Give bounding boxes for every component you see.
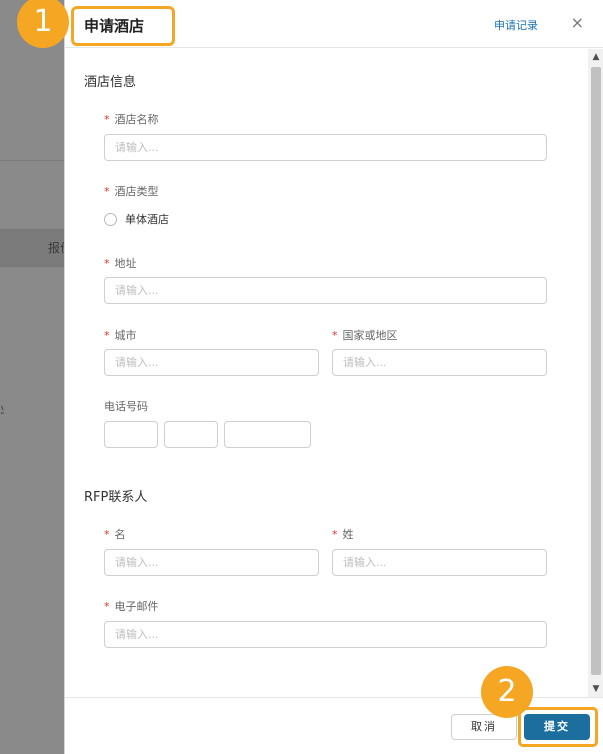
email-label-text: 电子邮件: [114, 600, 159, 613]
required-marker: *: [104, 113, 110, 126]
country-input[interactable]: [332, 349, 547, 376]
country-label: * 国家或地区: [332, 327, 398, 343]
required-marker: *: [332, 329, 338, 342]
hotel-type-label-text: 酒店类型: [114, 185, 159, 198]
hotel-name-input[interactable]: [104, 134, 547, 161]
apply-hotel-dialog: 申请酒店 申请记录 × 酒店信息 * 酒店名称 * 酒店类型 单体酒店 * 地址 * 城…: [64, 0, 603, 754]
last-name-input[interactable]: [332, 549, 547, 576]
scroll-down-icon[interactable]: ▼: [588, 681, 603, 697]
required-marker: *: [104, 185, 110, 198]
hotel-name-label: * 酒店名称: [104, 111, 159, 127]
required-marker: *: [104, 600, 110, 613]
close-icon[interactable]: ×: [571, 13, 584, 33]
phone-label: 电话号码: [104, 400, 148, 413]
phone-area-code-input[interactable]: [164, 421, 218, 448]
city-label-text: 城市: [114, 329, 137, 342]
address-label: * 地址: [104, 255, 137, 271]
scrollbar-thumb[interactable]: [591, 67, 601, 675]
first-name-input[interactable]: [104, 549, 319, 576]
first-name-label-text: 名: [114, 528, 126, 541]
required-marker: *: [104, 329, 110, 342]
application-records-link[interactable]: 申请记录: [494, 17, 538, 33]
email-input[interactable]: [104, 621, 547, 648]
last-name-label-text: 姓: [342, 528, 354, 541]
submit-button[interactable]: 提交: [524, 714, 590, 740]
hotel-type-radio-independent[interactable]: 单体酒店: [104, 211, 169, 227]
required-marker: *: [104, 528, 110, 541]
city-input[interactable]: [104, 349, 319, 376]
address-input[interactable]: [104, 277, 547, 304]
background-side-text: 业: [0, 400, 4, 417]
last-name-label: * 姓: [332, 526, 354, 542]
address-label-text: 地址: [114, 257, 137, 270]
radio-option-label: 单体酒店: [125, 213, 169, 226]
vertical-scrollbar[interactable]: ▲ ▼: [588, 49, 603, 697]
section-title-rfp-contact: RFP联系人: [84, 490, 148, 505]
radio-circle-icon[interactable]: [104, 212, 117, 226]
phone-country-code-input[interactable]: [104, 421, 158, 448]
required-marker: *: [104, 257, 110, 270]
phone-number-input[interactable]: [224, 421, 311, 448]
hotel-name-label-text: 酒店名称: [114, 113, 159, 126]
hotel-type-label: * 酒店类型: [104, 183, 159, 199]
city-label: * 城市: [104, 327, 137, 343]
required-marker: *: [332, 528, 338, 541]
scroll-up-icon[interactable]: ▲: [588, 49, 603, 65]
email-label: * 电子邮件: [104, 598, 159, 614]
country-label-text: 国家或地区: [342, 329, 398, 342]
background-header-text: 报价: [48, 241, 64, 255]
first-name-label: * 名: [104, 526, 126, 542]
section-title-hotel-info: 酒店信息: [84, 75, 137, 90]
dialog-title: 申请酒店: [84, 17, 145, 35]
step-badge-2: 2: [481, 666, 533, 718]
dialog-header: 申请酒店 申请记录 ×: [65, 0, 603, 48]
background-divider: [0, 160, 64, 161]
dialog-body: 酒店信息 * 酒店名称 * 酒店类型 单体酒店 * 地址 * 城市 * 国家或地区 电话号…: [65, 49, 588, 697]
